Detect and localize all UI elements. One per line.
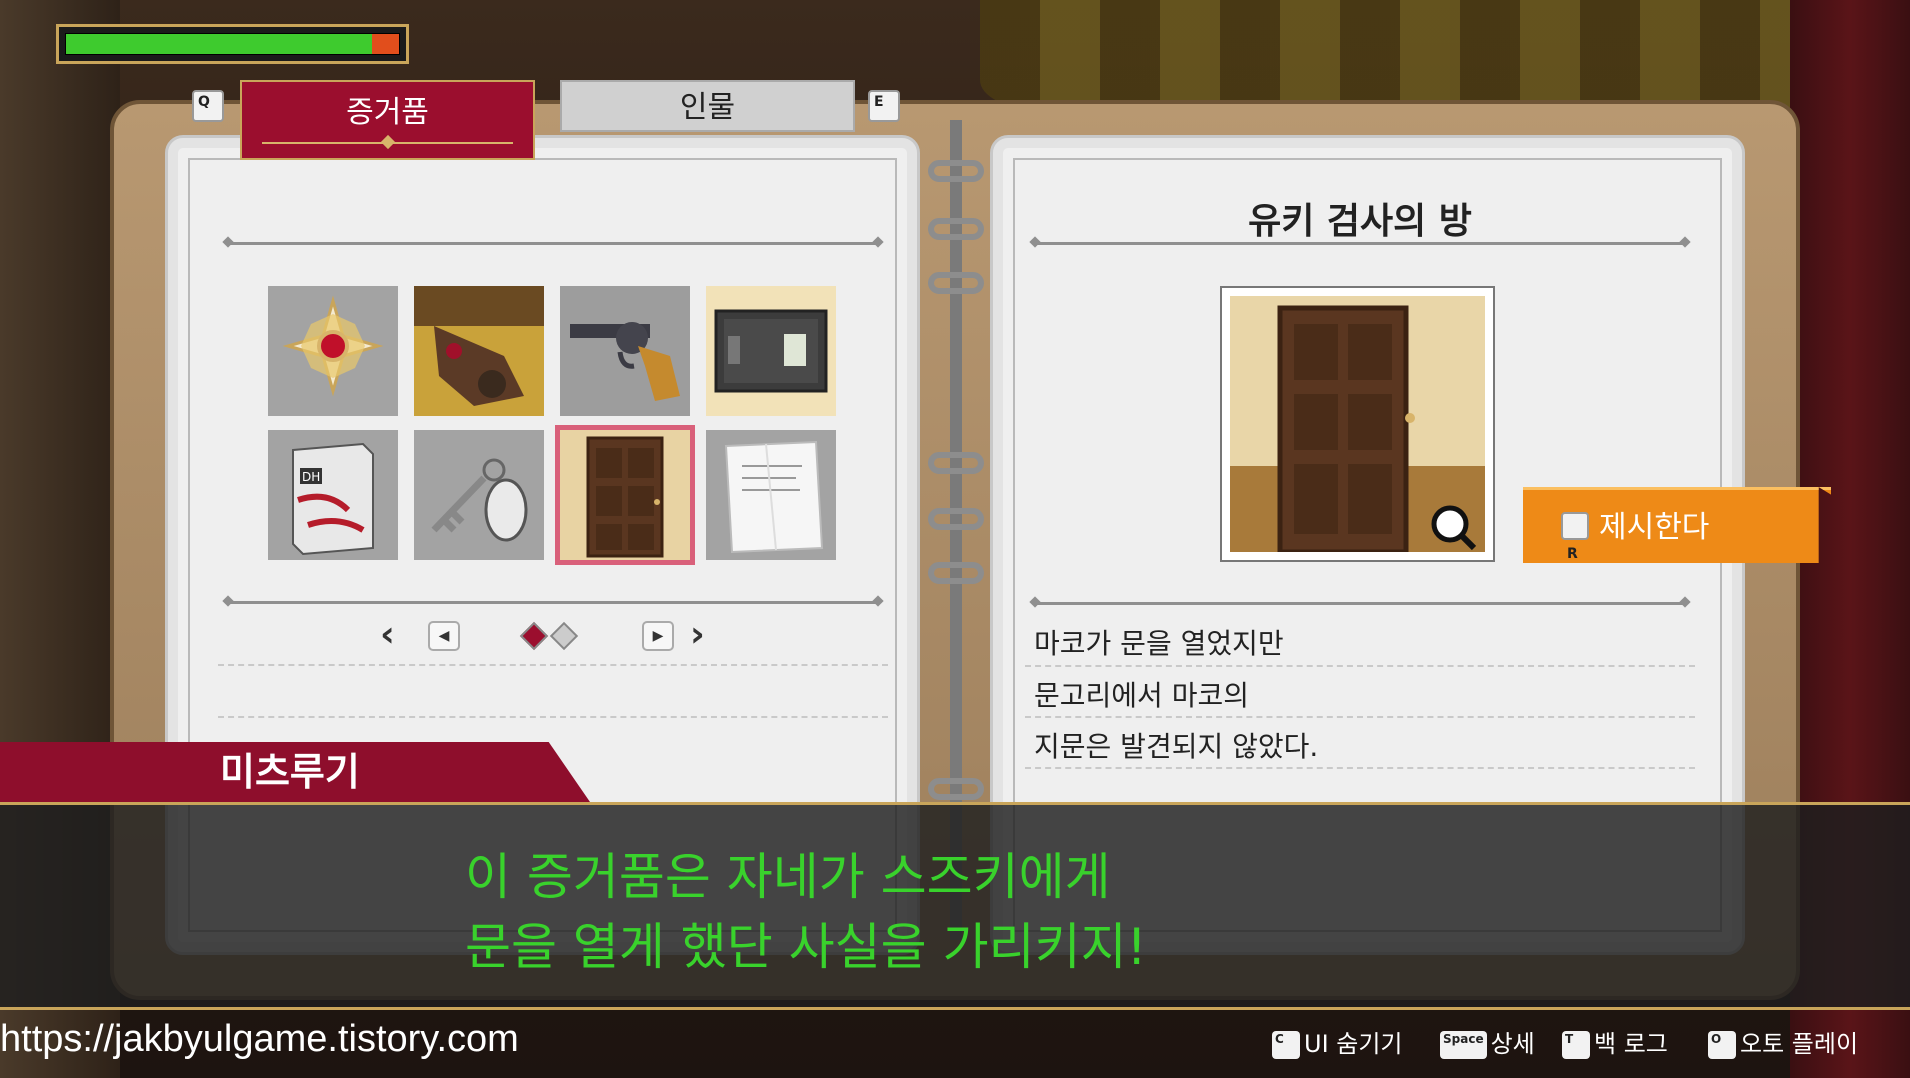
prev-page-button[interactable]: ◀ bbox=[428, 621, 460, 651]
key-icon bbox=[414, 430, 544, 560]
hint-key: Space bbox=[1440, 1031, 1487, 1059]
speaker-name: 미츠루기 bbox=[0, 742, 590, 802]
divider bbox=[228, 601, 878, 604]
door-icon bbox=[560, 430, 690, 560]
divider bbox=[228, 242, 878, 245]
book-label: DH bbox=[302, 470, 320, 484]
binder-ring bbox=[928, 778, 984, 800]
chevron-right-icon[interactable]: › bbox=[690, 614, 705, 655]
dialog-line: 문을 열게 했단 사실을 가리키지! bbox=[465, 918, 1147, 976]
hint-label: 상세 bbox=[1490, 1030, 1535, 1058]
tab-next-key[interactable]: E bbox=[868, 90, 900, 122]
binder-ring bbox=[928, 508, 984, 530]
evidence-item-door[interactable] bbox=[555, 425, 695, 565]
binder-ring bbox=[928, 160, 984, 182]
chevron-left-icon[interactable]: ‹ bbox=[380, 614, 395, 655]
tab-decoration bbox=[262, 142, 513, 144]
book-icon: DH bbox=[268, 430, 398, 560]
hint-auto-play[interactable]: O 오토 플레이 bbox=[1708, 1024, 1858, 1059]
hint-label: UI 숨기기 bbox=[1304, 1030, 1403, 1058]
evidence-item-safe[interactable] bbox=[706, 286, 836, 416]
health-bar bbox=[56, 24, 409, 64]
background-curtain bbox=[980, 0, 1910, 110]
door-icon bbox=[1230, 296, 1485, 555]
tab-prev-key[interactable]: Q bbox=[192, 90, 224, 122]
evidence-item-victim-photo[interactable] bbox=[414, 286, 544, 416]
divider bbox=[1025, 767, 1695, 769]
hint-detail[interactable]: Space 상세 bbox=[1440, 1024, 1535, 1059]
evidence-description-line: 문고리에서 마코의 bbox=[1034, 679, 1249, 712]
health-bar-fill bbox=[66, 34, 373, 54]
divider bbox=[1025, 716, 1695, 718]
health-bar-track bbox=[65, 33, 400, 55]
evidence-item-letter[interactable] bbox=[706, 430, 836, 560]
evidence-title: 유키 검사의 방 bbox=[1248, 201, 1472, 242]
divider bbox=[1025, 665, 1695, 667]
hint-backlog[interactable]: T백 로그 bbox=[1562, 1024, 1668, 1059]
tab-evidence-label: 증거품 bbox=[346, 95, 429, 130]
evidence-description-line: 마코가 문을 열었지만 bbox=[1034, 627, 1284, 660]
dialog-line: 이 증거품은 자네가 스즈키에게 bbox=[465, 848, 1111, 906]
next-page-button[interactable]: ▶ bbox=[642, 621, 674, 651]
evidence-item-book[interactable]: DH bbox=[268, 430, 398, 560]
victim-photo-icon bbox=[414, 286, 544, 416]
evidence-description-line: 지문은 발견되지 않았다. bbox=[1034, 730, 1319, 763]
hint-label: 오토 플레이 bbox=[1740, 1030, 1859, 1058]
present-button[interactable]: R 제시한다 bbox=[1523, 487, 1831, 563]
tab-profiles[interactable]: 인물 bbox=[560, 80, 855, 132]
hint-key: C bbox=[1272, 1031, 1300, 1059]
present-key: R bbox=[1561, 512, 1589, 562]
binder-ring bbox=[928, 452, 984, 474]
divider bbox=[1035, 602, 1685, 605]
divider bbox=[218, 716, 888, 718]
binder-ring bbox=[928, 562, 984, 584]
hint-key: T bbox=[1562, 1031, 1590, 1059]
binder-ring bbox=[928, 272, 984, 294]
watermark-url: https://jakbyulgame.tistory.com bbox=[0, 1018, 519, 1060]
revolver-icon bbox=[560, 286, 690, 416]
dialog-box[interactable]: 이 증거품은 자네가 스즈키에게 문을 열게 했단 사실을 가리키지! bbox=[0, 802, 1910, 1010]
tab-evidence[interactable]: 증거품 bbox=[240, 80, 535, 160]
hint-hide-ui[interactable]: C UI 숨기기 bbox=[1272, 1024, 1403, 1059]
present-label: 제시한다 bbox=[1599, 510, 1710, 545]
evidence-item-key[interactable] bbox=[414, 430, 544, 560]
medal-icon bbox=[268, 286, 398, 416]
divider bbox=[218, 664, 888, 666]
evidence-detail-image[interactable] bbox=[1220, 286, 1495, 562]
hint-label: 백 로그 bbox=[1594, 1030, 1668, 1058]
evidence-item-medal[interactable] bbox=[268, 286, 398, 416]
safe-icon bbox=[706, 286, 836, 416]
letter-icon bbox=[706, 430, 836, 560]
hint-key: O bbox=[1708, 1031, 1736, 1059]
binder-ring bbox=[928, 218, 984, 240]
tab-profiles-label: 인물 bbox=[679, 90, 736, 125]
evidence-item-revolver[interactable] bbox=[560, 286, 690, 416]
